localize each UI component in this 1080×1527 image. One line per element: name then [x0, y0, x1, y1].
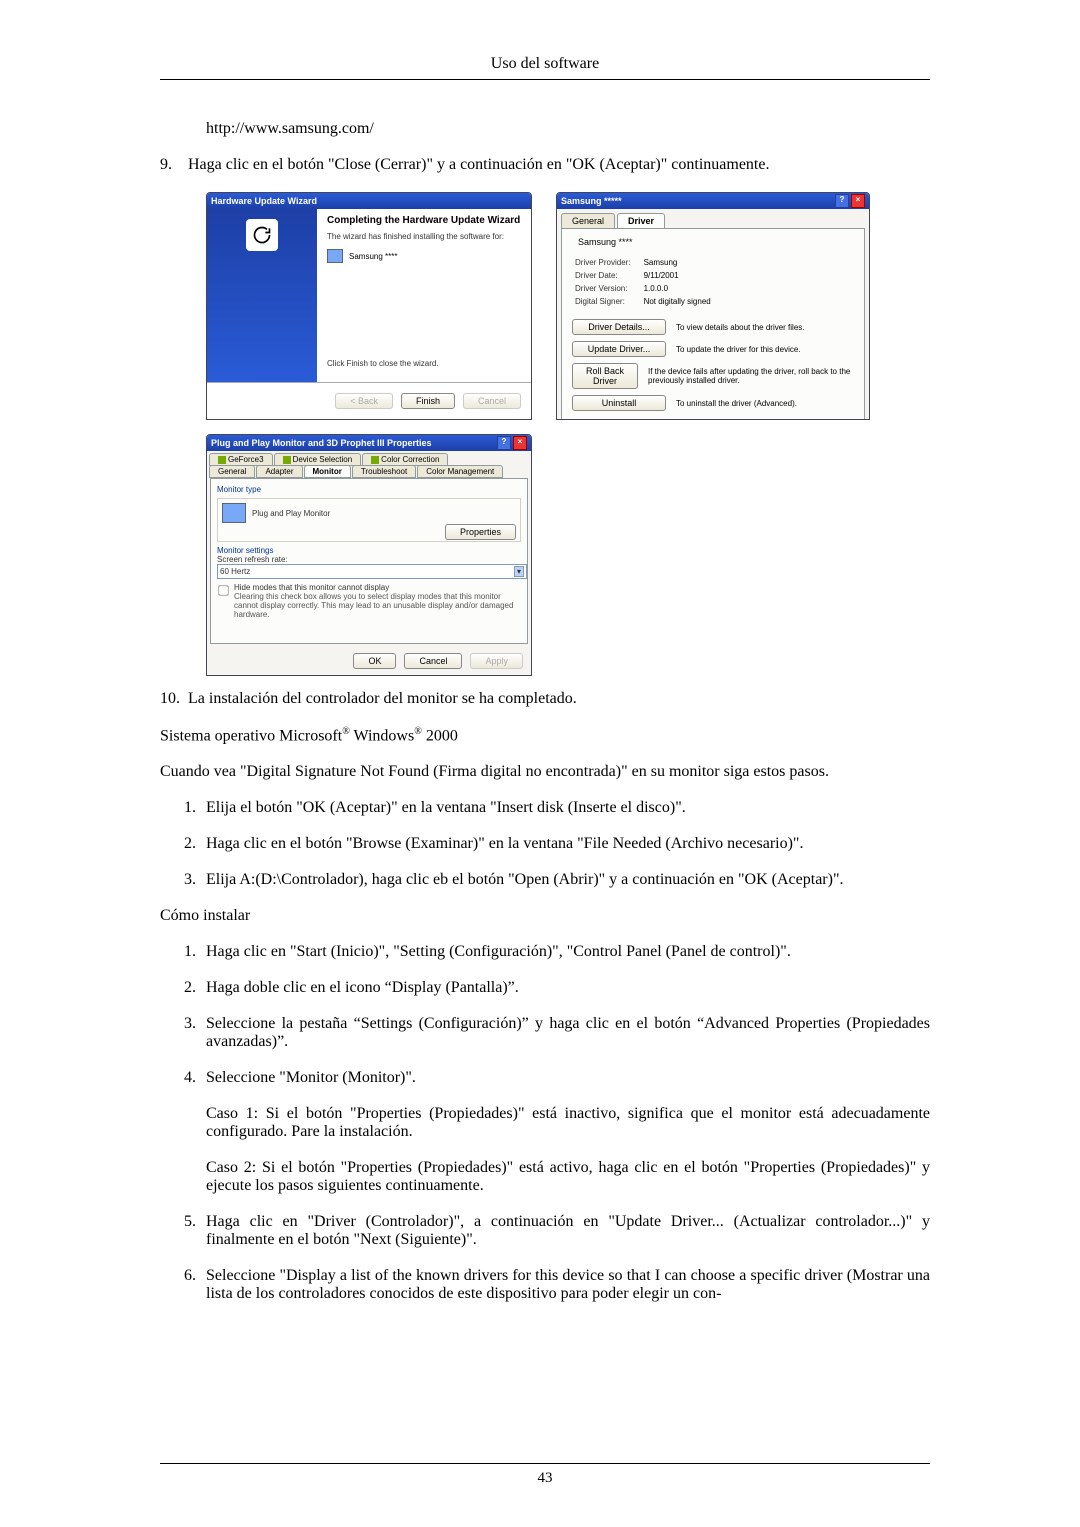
list-item: Haga doble clic en el icono “Display (Pa… — [200, 979, 930, 997]
wizard-finish-hint: Click Finish to close the wizard. — [327, 359, 521, 368]
step-9: 9. Haga clic en el botón "Close (Cerrar)… — [160, 156, 930, 174]
tab-general[interactable]: General — [209, 465, 255, 478]
hide-modes-label: Hide modes that this monitor cannot disp… — [234, 583, 521, 592]
list-item: Seleccione "Monitor (Monitor)". — [200, 1069, 930, 1087]
hide-modes-text: Clearing this check box allows you to se… — [234, 592, 521, 619]
os-line: Sistema operativo Microsoft® Windows® 20… — [160, 726, 930, 745]
signature-text: Cuando vea "Digital Signature Not Found … — [160, 763, 930, 781]
step-9-text: Haga clic en el botón "Close (Cerrar)" y… — [188, 156, 930, 174]
monitor-type-value: Plug and Play Monitor — [252, 509, 330, 518]
page-header: Uso del software — [160, 55, 930, 73]
list-item: Haga clic en el botón "Browse (Examinar)… — [200, 835, 930, 853]
monitor-settings-label: Monitor settings — [217, 546, 521, 555]
step-10-number: 10. — [160, 690, 188, 708]
tab-driver[interactable]: Driver — [617, 213, 665, 228]
steps-list-c: Haga clic en "Driver (Controlador)", a c… — [160, 1213, 930, 1303]
finish-button[interactable]: Finish — [401, 393, 455, 409]
step-9-number: 9. — [160, 156, 188, 174]
monitor-icon — [327, 249, 343, 263]
screenshot-row-2: Plug and Play Monitor and 3D Prophet III… — [206, 434, 930, 676]
mprops-title: Plug and Play Monitor and 3D Prophet III… — [211, 438, 497, 448]
tab-color-management[interactable]: Color Management — [417, 465, 503, 478]
tab-general[interactable]: General — [561, 213, 615, 228]
tab-monitor[interactable]: Monitor — [304, 465, 351, 478]
header-rule — [160, 79, 930, 80]
case-1: Caso 1: Si el botón "Properties (Propied… — [206, 1105, 930, 1141]
case-2: Caso 2: Si el botón "Properties (Propied… — [206, 1159, 930, 1195]
reload-icon — [246, 219, 278, 251]
close-icon[interactable]: × — [513, 436, 527, 450]
monitor-icon — [222, 503, 246, 523]
chevron-down-icon: ▾ — [514, 566, 524, 577]
driver-info-table: Driver Provider:Samsung Driver Date:9/11… — [572, 255, 714, 309]
wizard-heading: Completing the Hardware Update Wizard — [327, 215, 521, 226]
tab-adapter[interactable]: Adapter — [256, 465, 302, 478]
monitor-properties-window: Plug and Play Monitor and 3D Prophet III… — [206, 434, 532, 676]
help-icon[interactable]: ? — [497, 436, 511, 450]
wizard-device-name: Samsung **** — [349, 252, 397, 261]
footer-rule — [160, 1463, 930, 1464]
uninstall-button[interactable]: Uninstall — [572, 395, 666, 411]
tab-troubleshoot[interactable]: Troubleshoot — [352, 465, 416, 478]
wizard-titlebar: Hardware Update Wizard — [207, 193, 531, 209]
monitor-type-label: Monitor type — [217, 485, 521, 494]
steps-list-b: Haga clic en "Start (Inicio)", "Setting … — [160, 943, 930, 1087]
cancel-button: Cancel — [463, 393, 521, 409]
wizard-side-graphic — [207, 209, 317, 382]
update-driver-text: To update the driver for this device. — [676, 345, 801, 354]
step-10-text: La instalación del controlador del monit… — [188, 690, 930, 708]
wizard-title: Hardware Update Wizard — [211, 196, 527, 206]
help-icon[interactable]: ? — [835, 194, 849, 208]
props-title: Samsung ***** — [561, 196, 835, 206]
cancel-button[interactable]: Cancel — [404, 653, 462, 669]
list-item: Haga clic en "Start (Inicio)", "Setting … — [200, 943, 930, 961]
how-to-install: Cómo instalar — [160, 907, 930, 925]
back-button: < Back — [335, 393, 393, 409]
properties-button[interactable]: Properties — [445, 524, 516, 540]
hide-modes-checkbox[interactable] — [218, 585, 228, 595]
hardware-update-wizard-window: Hardware Update Wizard Completing the Ha… — [206, 192, 532, 420]
uninstall-text: To uninstall the driver (Advanced). — [676, 399, 797, 408]
list-item: Seleccione la pestaña “Settings (Configu… — [200, 1015, 930, 1051]
apply-button: Apply — [470, 653, 523, 669]
driver-properties-window: Samsung ***** ? × General Driver Samsung… — [556, 192, 870, 420]
step-10: 10. La instalación del controlador del m… — [160, 690, 930, 708]
refresh-rate-label: Screen refresh rate: — [217, 555, 521, 564]
rollback-driver-text: If the device fails after updating the d… — [648, 367, 854, 385]
close-icon[interactable]: × — [851, 194, 865, 208]
props-device-name: Samsung **** — [578, 237, 633, 247]
refresh-rate-value: 60 Hertz — [220, 567, 250, 576]
ok-button[interactable]: OK — [353, 653, 396, 669]
page-number: 43 — [160, 1470, 930, 1487]
refresh-rate-dropdown[interactable]: 60 Hertz ▾ — [217, 564, 527, 579]
list-item: Haga clic en "Driver (Controlador)", a c… — [200, 1213, 930, 1249]
steps-list-a: Elija el botón "OK (Aceptar)" en la vent… — [160, 799, 930, 889]
list-item: Seleccione "Display a list of the known … — [200, 1267, 930, 1303]
driver-details-button[interactable]: Driver Details... — [572, 319, 666, 335]
wizard-subtext: The wizard has finished installing the s… — [327, 232, 521, 241]
list-item: Elija A:(D:\Controlador), haga clic eb e… — [200, 871, 930, 889]
update-driver-button[interactable]: Update Driver... — [572, 341, 666, 357]
rollback-driver-button[interactable]: Roll Back Driver — [572, 363, 638, 389]
screenshot-row-1: Hardware Update Wizard Completing the Ha… — [206, 192, 930, 420]
list-item: Elija el botón "OK (Aceptar)" en la vent… — [200, 799, 930, 817]
driver-details-text: To view details about the driver files. — [676, 323, 805, 332]
url-text: http://www.samsung.com/ — [206, 120, 930, 138]
